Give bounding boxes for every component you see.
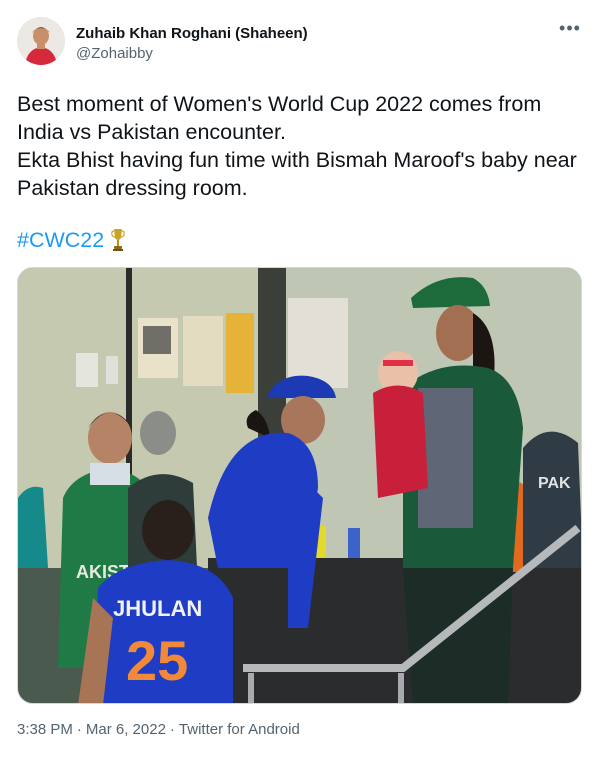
tweet-time[interactable]: 3:38 PM [17,721,73,738]
tweet-text-line: Best moment of Women's World Cup 2022 co… [17,92,542,144]
tweet-photo[interactable]: AKISTAN PAK JHULAN 25 [17,267,582,704]
jersey-name: JHULAN [113,596,202,621]
tweet-text: Best moment of Women's World Cup 2022 co… [17,90,587,202]
hashtag-line: #CWC22 [17,226,126,254]
trophy-icon [110,227,126,253]
author-display-name[interactable]: Zuhaib Khan Roghani (Shaheen) [76,24,308,44]
jersey-number: 25 [126,629,188,692]
author-names: Zuhaib Khan Roghani (Shaheen) @Zohaibby [76,24,308,64]
tweet-date[interactable]: Mar 6, 2022 [86,721,166,738]
photo-scene: AKISTAN PAK JHULAN 25 [18,268,581,703]
jersey-text-right: PAK [538,475,571,492]
avatar-image [17,17,65,65]
tweet-card: Zuhaib Khan Roghani (Shaheen) @Zohaibby … [0,0,600,764]
hashtag-link[interactable]: #CWC22 [17,226,104,254]
author-handle[interactable]: @Zohaibby [76,44,308,64]
more-options-icon[interactable]: ••• [557,19,583,41]
tweet-text-line: Ekta Bhist having fun time with Bismah M… [17,148,577,200]
tweet-footer: 3:38 PM · Mar 6, 2022 · Twitter for Android [17,721,300,738]
tweet-source[interactable]: Twitter for Android [179,721,300,738]
tweet-header: Zuhaib Khan Roghani (Shaheen) @Zohaibby … [17,17,583,77]
avatar[interactable] [17,17,65,65]
